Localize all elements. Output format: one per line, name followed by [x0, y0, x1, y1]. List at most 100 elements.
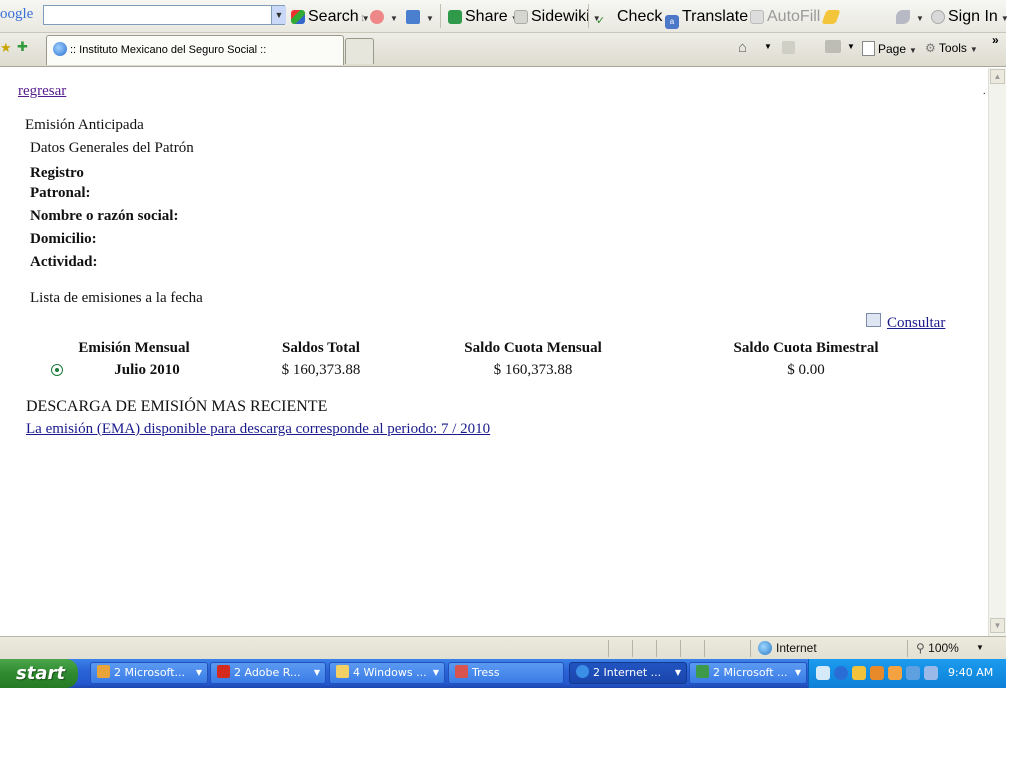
- account-circle-icon: [931, 10, 945, 24]
- zone-label: Internet: [776, 641, 817, 655]
- taskbar-item-adobe-reader[interactable]: 2 Adobe R... ▼: [210, 662, 326, 684]
- favorites-star-icon[interactable]: ★: [0, 40, 12, 56]
- toolbar-overflow-chevron[interactable]: »: [992, 33, 999, 47]
- label-registro: Registro: [30, 165, 84, 181]
- google-logo[interactable]: oogle: [0, 6, 33, 23]
- add-favorite-icon[interactable]: ✚: [17, 39, 28, 55]
- section-heading-general: Datos Generales del Patrón: [30, 140, 194, 156]
- sign-in-button[interactable]: Sign In ▼: [931, 8, 1009, 26]
- header-saldos-total: Saldos Total: [282, 340, 360, 356]
- tray-shield-icon[interactable]: [852, 666, 866, 680]
- page-icon: [862, 41, 875, 56]
- page-menu-label: Page: [878, 42, 907, 56]
- sign-in-label: Sign In: [948, 8, 998, 25]
- emision-radio-button[interactable]: [51, 364, 63, 376]
- gear-icon: ⚙: [925, 41, 936, 55]
- new-tab-button[interactable]: [345, 38, 374, 64]
- autofill-button[interactable]: AutoFill▼: [750, 8, 831, 26]
- regresar-link[interactable]: regresar: [18, 83, 66, 100]
- taskbar-item-microsoft-outlook[interactable]: 2 Microsoft... ▼: [90, 662, 208, 684]
- section-heading-list: Lista de emisiones a la fecha: [30, 290, 203, 306]
- taskbar-item-windows-explorer[interactable]: 4 Windows ... ▼: [329, 662, 445, 684]
- status-bar: Internet ⚲ 100% ▼: [0, 636, 1006, 660]
- tab-imss[interactable]: :: Instituto Mexicano del Seguro Social …: [46, 35, 344, 65]
- page-content: regresar . Emisión Anticipada Datos Gene…: [0, 68, 988, 636]
- settings-wrench-button[interactable]: ▼: [896, 8, 924, 26]
- print-icon[interactable]: [825, 40, 841, 53]
- zoom-dropdown-caret[interactable]: ▼: [976, 643, 984, 652]
- scroll-up-button[interactable]: ▲: [990, 69, 1005, 84]
- consultar-link[interactable]: Consultar: [887, 315, 945, 332]
- label-nombre: Nombre o razón social:: [30, 208, 179, 224]
- page-dot: .: [983, 86, 986, 97]
- translate-icon: a: [665, 15, 679, 29]
- translate-label: Translate: [682, 8, 749, 25]
- taskbar-clock[interactable]: 9:40 AM: [948, 666, 993, 679]
- tray-back-arrow-icon[interactable]: [834, 666, 848, 680]
- download-heading: DESCARGA DE EMISIÓN MAS RECIENTE: [26, 398, 328, 415]
- share-button[interactable]: Share▼: [448, 8, 519, 26]
- magnifier-icon: ⚲: [916, 641, 925, 655]
- google-search-input[interactable]: [43, 5, 285, 25]
- cell-cuota-bimestral: $ 0.00: [787, 362, 825, 378]
- sidewiki-icon: [514, 10, 528, 24]
- translate-button[interactable]: aTranslate▼: [665, 8, 759, 29]
- status-divider: [704, 640, 705, 657]
- search-history-dropdown-button[interactable]: ▼: [271, 6, 286, 24]
- search-button-label: Search: [308, 8, 359, 25]
- adobe-pdf-icon: [217, 665, 230, 678]
- autofill-icon: [750, 10, 764, 24]
- internet-globe-icon: [758, 641, 772, 655]
- tray-calendar-icon[interactable]: [924, 666, 938, 680]
- tray-clock-app-icon[interactable]: [888, 666, 902, 680]
- check-label: Check: [617, 8, 663, 25]
- taskbar-item-internet-explorer[interactable]: 2 Internet ... ▼: [569, 662, 687, 684]
- outlook-icon: [97, 665, 110, 678]
- task-label: 2 Internet ...: [593, 666, 662, 679]
- header-saldo-cuota-mensual: Saldo Cuota Mensual: [464, 340, 602, 356]
- download-ema-link[interactable]: La emisión (EMA) disponible para descarg…: [26, 421, 490, 438]
- label-actividad: Actividad:: [30, 254, 98, 270]
- google-search-icon: [291, 10, 305, 24]
- status-divider: [632, 640, 633, 657]
- taskbar-item-microsoft-excel[interactable]: 2 Microsoft ... ▼: [689, 662, 807, 684]
- status-divider: [656, 640, 657, 657]
- zoom-level: 100%: [928, 641, 959, 655]
- status-divider: [680, 640, 681, 657]
- task-label: 2 Microsoft ...: [713, 666, 788, 679]
- cell-cuota-mensual: $ 160,373.88: [493, 362, 573, 378]
- tray-display-icon[interactable]: [906, 666, 920, 680]
- task-label: 4 Windows ...: [353, 666, 427, 679]
- label-patronal: Patronal:: [30, 185, 91, 201]
- tools-menu-label: Tools: [938, 41, 967, 55]
- status-divider: [907, 640, 908, 657]
- bookmark-toolbar-button[interactable]: ↕ ▼: [360, 8, 398, 26]
- start-button[interactable]: start: [0, 659, 78, 688]
- bookmark-star-icon: [369, 10, 384, 24]
- highlight-button[interactable]: [821, 8, 841, 26]
- spellcheck-icon: ✓: [596, 15, 606, 27]
- scroll-down-button[interactable]: ▼: [990, 618, 1005, 633]
- home-icon[interactable]: ⌂: [738, 39, 747, 56]
- page-title: Emisión Anticipada: [25, 117, 144, 133]
- toolbar-separator: [588, 4, 589, 28]
- radio-selected-dot: [55, 368, 59, 372]
- feeds-icon[interactable]: [782, 41, 795, 54]
- cell-emision: Julio 2010: [114, 362, 180, 378]
- tray-pen-icon[interactable]: [816, 666, 830, 680]
- page-menu-button[interactable]: Page ▼: [862, 41, 917, 56]
- status-divider: [750, 640, 751, 657]
- spellcheck-button[interactable]: ✓Check▼: [596, 8, 673, 28]
- excel-icon: [696, 665, 709, 678]
- tray-network-icon[interactable]: [870, 666, 884, 680]
- search-button[interactable]: Search ▼: [291, 8, 370, 26]
- header-emision-mensual: Emisión Mensual: [78, 340, 190, 356]
- consultar-search-icon[interactable]: [866, 313, 881, 327]
- add-button[interactable]: ▼: [406, 8, 434, 26]
- home-dropdown-caret[interactable]: ▼: [764, 42, 772, 51]
- zoom-control[interactable]: ⚲ 100%: [916, 641, 959, 655]
- tools-menu-button[interactable]: ⚙ Tools ▼: [925, 41, 978, 55]
- print-dropdown-caret[interactable]: ▼: [847, 42, 855, 51]
- taskbar-item-tress[interactable]: Tress: [448, 662, 564, 684]
- vertical-scrollbar[interactable]: ▲ ▼: [988, 68, 1006, 636]
